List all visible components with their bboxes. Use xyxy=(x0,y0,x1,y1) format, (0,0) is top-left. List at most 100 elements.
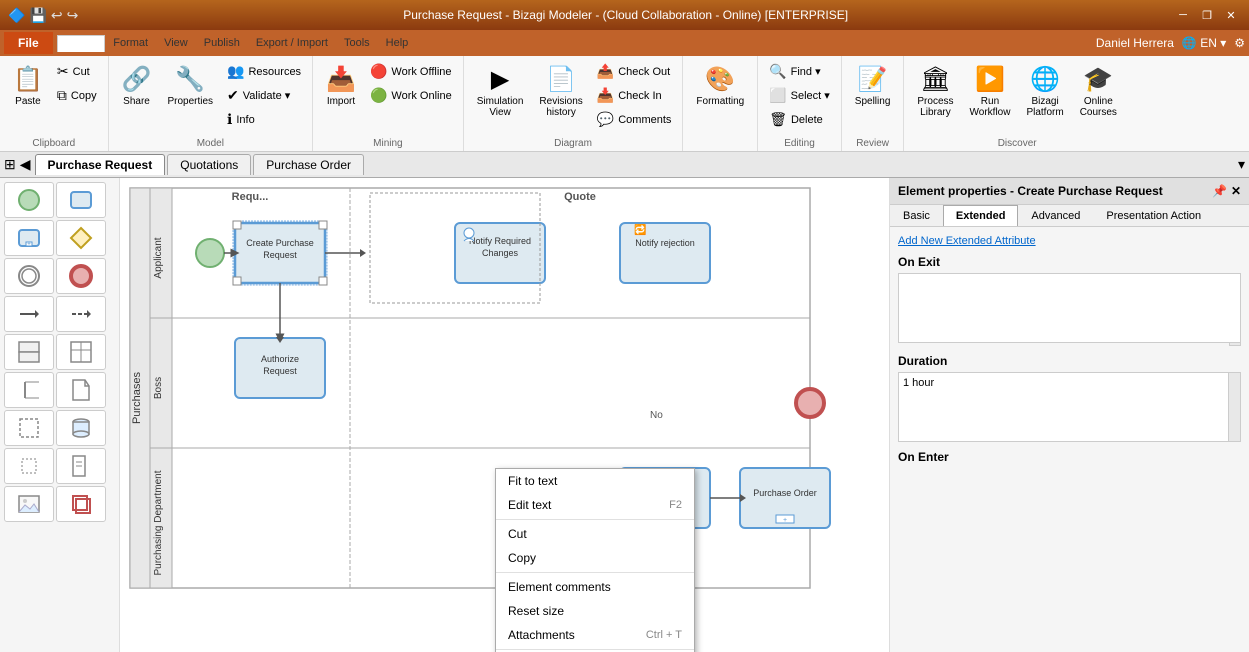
import-button[interactable]: 📥 Import xyxy=(319,60,363,112)
work-offline-button[interactable]: 🔴 Work Offline xyxy=(365,60,457,83)
tool-row-4 xyxy=(4,296,115,332)
format-menu[interactable]: Format xyxy=(105,35,156,51)
duration-label: Duration xyxy=(898,354,1241,368)
resources-button[interactable]: 👥 Resources xyxy=(222,60,306,83)
formatting-icon: 🎨 xyxy=(705,65,735,94)
simulation-button[interactable]: ▶ SimulationView xyxy=(470,60,531,123)
copy-button[interactable]: ⧉ Copy xyxy=(52,84,102,107)
discover-label: Discover xyxy=(910,136,1124,149)
ctx-reset-size[interactable]: Reset size xyxy=(496,599,694,623)
find-button[interactable]: 🔍 Find ▾ xyxy=(764,60,835,83)
lang-selector[interactable]: 🌐 EN ▾ xyxy=(1182,36,1226,50)
checkin-button[interactable]: 📥 Check In xyxy=(592,84,677,107)
data-object-tool[interactable] xyxy=(56,372,106,408)
sequence-flow-tool[interactable] xyxy=(4,296,54,332)
lane-tool[interactable] xyxy=(4,334,54,370)
canvas-area[interactable]: Purchases Applicant Boss Purchasing Depa… xyxy=(120,178,889,652)
online-courses-button[interactable]: 🎓 OnlineCourses xyxy=(1073,60,1124,123)
ctx-attachments[interactable]: Attachments Ctrl + T xyxy=(496,623,694,647)
mining-column: 🔴 Work Offline 🟢 Work Online xyxy=(365,60,457,107)
page-tool[interactable] xyxy=(56,448,106,484)
find-icon: 🔍 xyxy=(769,63,786,80)
cylinder-tool[interactable] xyxy=(56,410,106,446)
svg-text:+: + xyxy=(27,242,31,248)
restore-button[interactable]: ❐ xyxy=(1197,7,1217,23)
intermediate-event-tool[interactable] xyxy=(4,258,54,294)
export-import-menu[interactable]: Export / Import xyxy=(248,35,336,51)
prop-tab-advanced[interactable]: Advanced xyxy=(1018,205,1093,226)
add-attribute-link[interactable]: Add New Extended Attribute xyxy=(898,235,1241,247)
task-tool[interactable] xyxy=(56,182,106,218)
table-tool[interactable] xyxy=(56,334,106,370)
svg-text:Changes: Changes xyxy=(482,248,519,258)
sub-process-tool[interactable]: + xyxy=(4,220,54,256)
process-library-button[interactable]: 🏛 ProcessLibrary xyxy=(910,60,960,123)
layers-tool[interactable] xyxy=(56,486,106,522)
run-workflow-button[interactable]: ▶️ RunWorkflow xyxy=(963,60,1018,123)
work-online-label: Work Online xyxy=(391,90,451,102)
spelling-button[interactable]: 📝 Spelling xyxy=(848,60,898,112)
paste-button[interactable]: 📋 Paste xyxy=(6,60,50,112)
on-exit-field[interactable] xyxy=(898,273,1241,343)
select-button[interactable]: ⬜ Select ▾ xyxy=(764,84,835,107)
end-event-tool[interactable] xyxy=(56,258,106,294)
revisions-button[interactable]: 📄 Revisionshistory xyxy=(532,60,589,123)
dashed-small-tool[interactable] xyxy=(4,448,54,484)
prop-tab-extended[interactable]: Extended xyxy=(943,205,1019,226)
ctx-edit-text[interactable]: Edit text F2 xyxy=(496,493,694,517)
back-button[interactable]: ◀ xyxy=(20,156,31,173)
context-menu: Fit to text Edit text F2 Cut Copy Elemen… xyxy=(495,468,695,652)
tools-menu[interactable]: Tools xyxy=(336,35,378,51)
image-tool[interactable] xyxy=(4,486,54,522)
checkout-button[interactable]: 📤 Check Out xyxy=(592,60,677,83)
view-menu[interactable]: View xyxy=(156,35,196,51)
comments-button[interactable]: 💬 Comments xyxy=(592,108,677,131)
ctx-edit-text-shortcut: F2 xyxy=(669,499,682,511)
svg-text:Request: Request xyxy=(263,366,297,376)
duration-scrollbar[interactable] xyxy=(1228,373,1240,441)
minimize-button[interactable]: ─ xyxy=(1173,7,1193,23)
paste-label: Paste xyxy=(15,96,41,107)
ctx-copy[interactable]: Copy xyxy=(496,546,694,570)
save-icon[interactable]: 💾 xyxy=(29,7,46,24)
undo-icon[interactable]: ↩ xyxy=(51,7,63,24)
tab-purchase-order[interactable]: Purchase Order xyxy=(253,154,364,175)
delete-button[interactable]: 🗑 Delete xyxy=(764,108,835,131)
publish-menu[interactable]: Publish xyxy=(196,35,248,51)
bizagi-platform-button[interactable]: 🌐 BizagiPlatform xyxy=(1019,60,1070,123)
prop-tab-basic[interactable]: Basic xyxy=(890,205,943,226)
right-panel: Element properties - Create Purchase Req… xyxy=(889,178,1249,652)
tab-purchase-request[interactable]: Purchase Request xyxy=(35,154,166,175)
share-button[interactable]: 🔗 Share xyxy=(115,60,159,112)
bpmn-canvas[interactable]: Purchases Applicant Boss Purchasing Depa… xyxy=(120,178,889,652)
revisions-icon: 📄 xyxy=(546,65,576,94)
file-menu[interactable]: File xyxy=(4,32,53,54)
start-event-tool[interactable] xyxy=(4,182,54,218)
dashed-box-tool[interactable] xyxy=(4,410,54,446)
svg-text:Purchase Order: Purchase Order xyxy=(753,488,817,498)
properties-button[interactable]: 🔧 Properties xyxy=(160,60,220,112)
annotation-tool[interactable] xyxy=(4,372,54,408)
panel-close-icon[interactable]: ✕ xyxy=(1231,184,1241,198)
help-menu[interactable]: Help xyxy=(378,35,417,51)
close-button[interactable]: ✕ xyxy=(1221,7,1241,23)
gateway-tool[interactable] xyxy=(56,220,106,256)
validate-button[interactable]: ✔ Validate ▾ xyxy=(222,84,306,107)
dashed-flow-tool[interactable] xyxy=(56,296,106,332)
tool-row-9 xyxy=(4,486,115,522)
work-online-button[interactable]: 🟢 Work Online xyxy=(365,84,457,107)
info-button[interactable]: ℹ Info xyxy=(222,108,306,131)
redo-icon[interactable]: ↪ xyxy=(67,7,79,24)
tab-quotations[interactable]: Quotations xyxy=(167,154,251,175)
tabs-dropdown[interactable]: ▾ xyxy=(1238,156,1245,173)
paste-icon: 📋 xyxy=(13,65,43,94)
ctx-element-comments[interactable]: Element comments xyxy=(496,575,694,599)
ctx-fit-to-text[interactable]: Fit to text xyxy=(496,469,694,493)
prop-tab-presentation-action[interactable]: Presentation Action xyxy=(1093,205,1214,226)
settings-icon[interactable]: ⚙ xyxy=(1234,36,1245,50)
formatting-button[interactable]: 🎨 Formatting xyxy=(689,60,751,112)
panel-pin-icon[interactable]: 📌 xyxy=(1212,184,1227,198)
ctx-cut[interactable]: Cut xyxy=(496,522,694,546)
cut-button[interactable]: ✂ Cut xyxy=(52,60,102,83)
home-menu[interactable]: Home xyxy=(57,35,106,52)
